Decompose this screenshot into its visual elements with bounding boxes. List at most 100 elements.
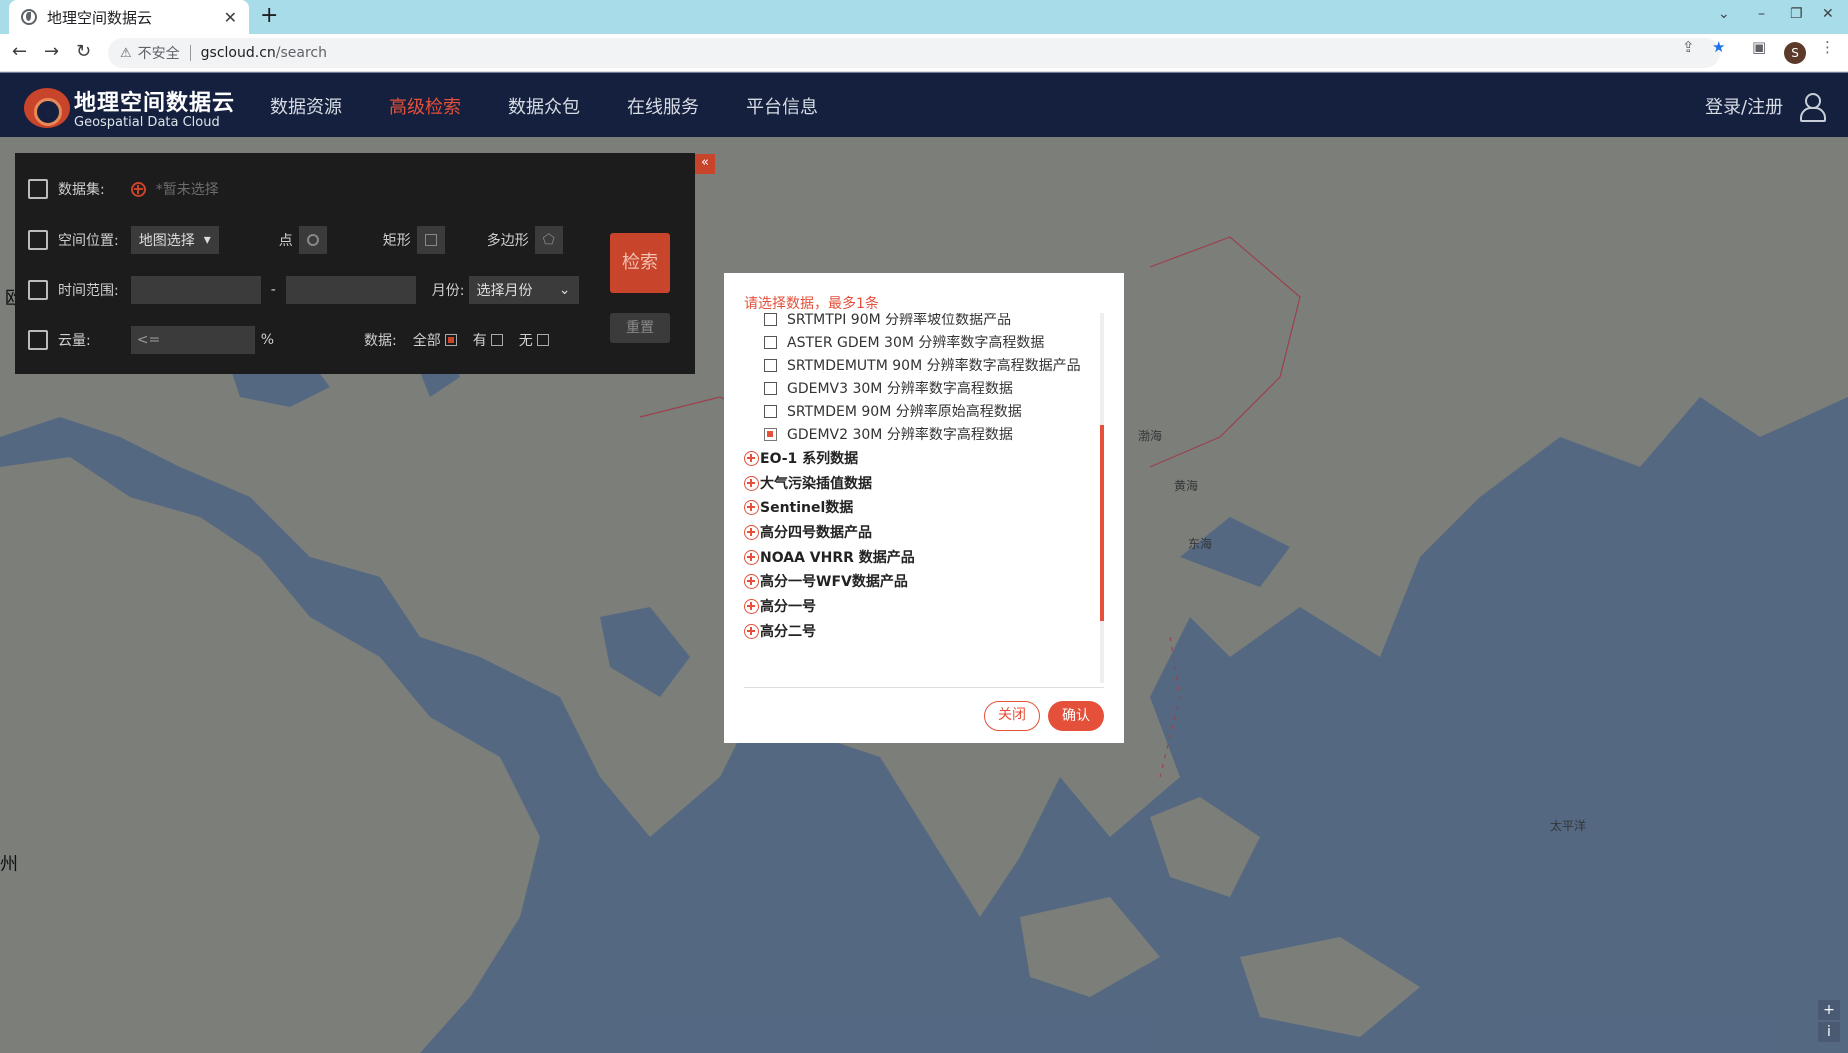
- login-register-link[interactable]: 登录/注册: [1705, 93, 1783, 119]
- expand-plus-icon[interactable]: [744, 450, 759, 466]
- month-select[interactable]: 选择月份 ⌄: [468, 276, 579, 304]
- location-select[interactable]: 地图选择 ▾: [130, 226, 219, 254]
- rect-tool-button[interactable]: [416, 226, 445, 254]
- expand-plus-icon[interactable]: [744, 524, 759, 540]
- end-date-input[interactable]: [285, 276, 416, 304]
- info-button[interactable]: i: [1818, 1022, 1840, 1042]
- add-dataset-icon[interactable]: [130, 181, 146, 197]
- option-label: SRTMDEM 90M 分辨率原始高程数据: [787, 404, 1022, 420]
- list-item[interactable]: ASTER GDEM 30M 分辨率数字高程数据: [764, 332, 1044, 352]
- site-logo[interactable]: 地理空间数据云 Geospatial Data Cloud: [24, 85, 235, 130]
- confirm-button[interactable]: 确认: [1048, 701, 1104, 731]
- nav-crowdsourcing[interactable]: 数据众包: [508, 93, 580, 119]
- dataset-row: 数据集: *暂未选择: [28, 179, 219, 199]
- tab-close-icon[interactable]: ✕: [224, 8, 237, 27]
- modal-hint: 请选择数据，最多1条: [744, 296, 879, 312]
- dataset-list[interactable]: SRTMTPI 90M 分辨率坡位数据产品 ASTER GDEM 30M 分辨率…: [744, 313, 1092, 655]
- checkbox[interactable]: [764, 404, 777, 418]
- option-label: GDEMV2 30M 分辨率数字高程数据: [787, 427, 1013, 443]
- group-label: 大气污染插值数据: [760, 476, 872, 492]
- user-icon[interactable]: [1800, 93, 1826, 122]
- site-header: 地理空间数据云 Geospatial Data Cloud 数据资源 高级检索 …: [0, 73, 1848, 137]
- collapse-panel-button[interactable]: «: [695, 154, 715, 174]
- close-window-icon[interactable]: ✕: [1822, 6, 1834, 22]
- data-yes-checkbox[interactable]: [490, 334, 503, 346]
- list-item[interactable]: GDEMV3 30M 分辨率数字高程数据: [764, 378, 1013, 398]
- target-icon: [306, 234, 319, 246]
- bookmark-star-icon[interactable]: ★: [1712, 38, 1725, 56]
- share-icon[interactable]: ⇪: [1682, 38, 1695, 56]
- checkbox[interactable]: [764, 335, 777, 349]
- group-label: 高分二号: [760, 624, 816, 640]
- back-icon[interactable]: ←: [12, 41, 27, 62]
- browser-tab[interactable]: 地理空间数据云 ✕: [9, 0, 249, 34]
- close-button[interactable]: 关闭: [984, 701, 1040, 731]
- expand-plus-icon[interactable]: [744, 598, 759, 614]
- expand-plus-icon[interactable]: [744, 499, 759, 515]
- checkbox[interactable]: [764, 381, 777, 395]
- data-all-checkbox[interactable]: [444, 334, 457, 346]
- option-label: GDEMV3 30M 分辨率数字高程数据: [787, 381, 1013, 397]
- new-tab-icon[interactable]: +: [260, 3, 278, 28]
- expand-plus-icon[interactable]: [744, 475, 759, 491]
- group-item[interactable]: NOAA VHRR 数据产品: [744, 547, 915, 567]
- nav-platform-info[interactable]: 平台信息: [746, 93, 818, 119]
- warning-icon: ⚠: [120, 45, 132, 61]
- main-nav: 数据资源 高级检索 数据众包 在线服务 平台信息: [270, 93, 818, 119]
- cloud-unit: %: [260, 332, 275, 348]
- group-label: 高分四号数据产品: [760, 525, 872, 541]
- list-item[interactable]: SRTMTPI 90M 分辨率坡位数据产品: [764, 313, 1011, 329]
- nav-advanced-search[interactable]: 高级检索: [389, 93, 461, 119]
- dataset-placeholder[interactable]: *暂未选择: [156, 179, 219, 199]
- chevron-down-icon[interactable]: ⌄: [1718, 6, 1730, 22]
- list-item[interactable]: SRTMDEMUTM 90M 分辨率数字高程数据产品: [764, 355, 1081, 375]
- data-no-checkbox[interactable]: [536, 334, 549, 346]
- address-bar[interactable]: ⚠ 不安全 gscloud.cn /search: [108, 38, 1720, 68]
- forward-icon[interactable]: →: [44, 41, 59, 62]
- search-button[interactable]: 检索: [610, 233, 670, 293]
- point-tool-button[interactable]: [298, 226, 327, 254]
- nav-data-resources[interactable]: 数据资源: [270, 93, 342, 119]
- zoom-in-button[interactable]: +: [1818, 1000, 1840, 1020]
- restore-icon[interactable]: ❐: [1790, 6, 1803, 22]
- group-item[interactable]: 高分四号数据产品: [744, 522, 872, 542]
- group-item[interactable]: Sentinel数据: [744, 497, 853, 517]
- browser-tab-bar: 地理空间数据云 ✕ + ⌄ – ❐ ✕: [0, 0, 1848, 34]
- expand-plus-icon[interactable]: [744, 549, 759, 565]
- nav-online-services[interactable]: 在线服务: [627, 93, 699, 119]
- browser-toolbar: ← → ↻ ⚠ 不安全 gscloud.cn /search ⇪ ★ ▣ ⋮: [0, 34, 1848, 72]
- start-date-input[interactable]: [130, 276, 261, 304]
- location-label: 空间位置:: [58, 233, 119, 249]
- checkbox[interactable]: [764, 313, 777, 326]
- security-label: 不安全: [137, 46, 180, 62]
- side-panel-icon[interactable]: ▣: [1752, 38, 1766, 56]
- time-row: 时间范围: - 月份: 选择月份 ⌄: [28, 276, 579, 304]
- url-host: gscloud.cn: [200, 45, 276, 61]
- group-item[interactable]: 高分一号: [744, 596, 816, 616]
- list-item[interactable]: SRTMDEM 90M 分辨率原始高程数据: [764, 401, 1022, 421]
- data-yes-label: 有: [472, 333, 487, 349]
- list-item-selected[interactable]: GDEMV2 30M 分辨率数字高程数据: [764, 424, 1013, 444]
- group-item[interactable]: 高分二号: [744, 621, 816, 641]
- option-label: ASTER GDEM 30M 分辨率数字高程数据: [787, 335, 1045, 351]
- expand-plus-icon[interactable]: [744, 623, 759, 639]
- cloud-input[interactable]: <=: [130, 326, 255, 354]
- group-item[interactable]: 高分一号WFV数据产品: [744, 571, 908, 591]
- kebab-menu-icon[interactable]: ⋮: [1820, 38, 1835, 56]
- scrollbar-thumb[interactable]: [1100, 425, 1104, 621]
- polygon-tool-button[interactable]: ⬠: [534, 226, 563, 254]
- checkbox[interactable]: [764, 358, 777, 372]
- profile-avatar[interactable]: S: [1784, 42, 1806, 64]
- reload-icon[interactable]: ↻: [76, 41, 91, 62]
- location-pin-icon: [28, 230, 48, 250]
- square-icon: [424, 234, 437, 246]
- group-label: EO-1 系列数据: [760, 451, 859, 467]
- group-item[interactable]: 大气污染插值数据: [744, 473, 872, 493]
- group-item[interactable]: EO-1 系列数据: [744, 448, 858, 468]
- minimize-icon[interactable]: –: [1758, 6, 1765, 22]
- reset-button[interactable]: 重置: [610, 313, 670, 343]
- expand-plus-icon[interactable]: [744, 573, 759, 589]
- option-label: SRTMDEMUTM 90M 分辨率数字高程数据产品: [787, 358, 1081, 374]
- checkbox-checked[interactable]: [764, 427, 777, 441]
- logo-subtitle: Geospatial Data Cloud: [74, 115, 220, 130]
